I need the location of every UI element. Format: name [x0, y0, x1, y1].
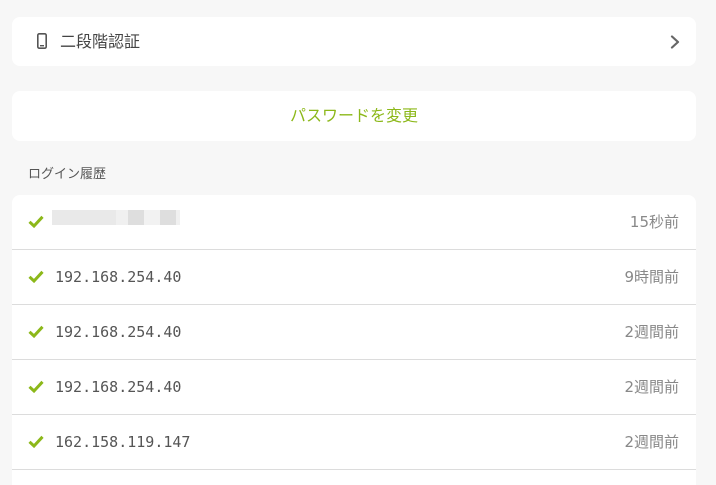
change-password-button[interactable]: パスワードを変更 [12, 91, 696, 141]
login-history-row: 192.168.254.40 2週間前 [12, 305, 696, 360]
login-history-row: 162.158.119.147 2週間前 [12, 415, 696, 470]
login-time: 15秒前 [629, 213, 679, 231]
change-password-label: パスワードを変更 [289, 106, 418, 125]
login-time: 2週間前 [624, 323, 679, 341]
login-ip-address: 162.158.119.147 [55, 433, 191, 451]
obscured-ip-address [52, 210, 180, 225]
mobile-phone-icon [37, 33, 47, 49]
login-ip-address: 192.168.254.40 [55, 323, 182, 341]
login-time: 2週間前 [624, 378, 679, 396]
login-history-list: 15秒前 192.168.254.40 9時間前 192.168.254.40 … [12, 195, 696, 485]
chevron-right-icon [670, 35, 680, 49]
check-icon [28, 215, 44, 228]
login-history-row: 192.168.254.40 2週間前 [12, 360, 696, 415]
two-factor-auth-item[interactable]: 二段階認証 [12, 17, 696, 66]
check-icon [28, 380, 44, 393]
check-icon [28, 270, 44, 283]
login-ip-address: 192.168.254.40 [55, 268, 182, 286]
check-icon [28, 325, 44, 338]
login-ip-address: 192.168.254.40 [55, 378, 182, 396]
login-history-row: 192.168.254.40 9時間前 [12, 250, 696, 305]
check-icon [28, 435, 44, 448]
login-time: 9時間前 [624, 268, 679, 286]
two-factor-auth-label: 二段階認証 [60, 32, 141, 51]
login-time: 2週間前 [624, 433, 679, 451]
login-history-title: ログイン履歴 [28, 167, 107, 182]
login-history-row: 15秒前 [12, 195, 696, 250]
